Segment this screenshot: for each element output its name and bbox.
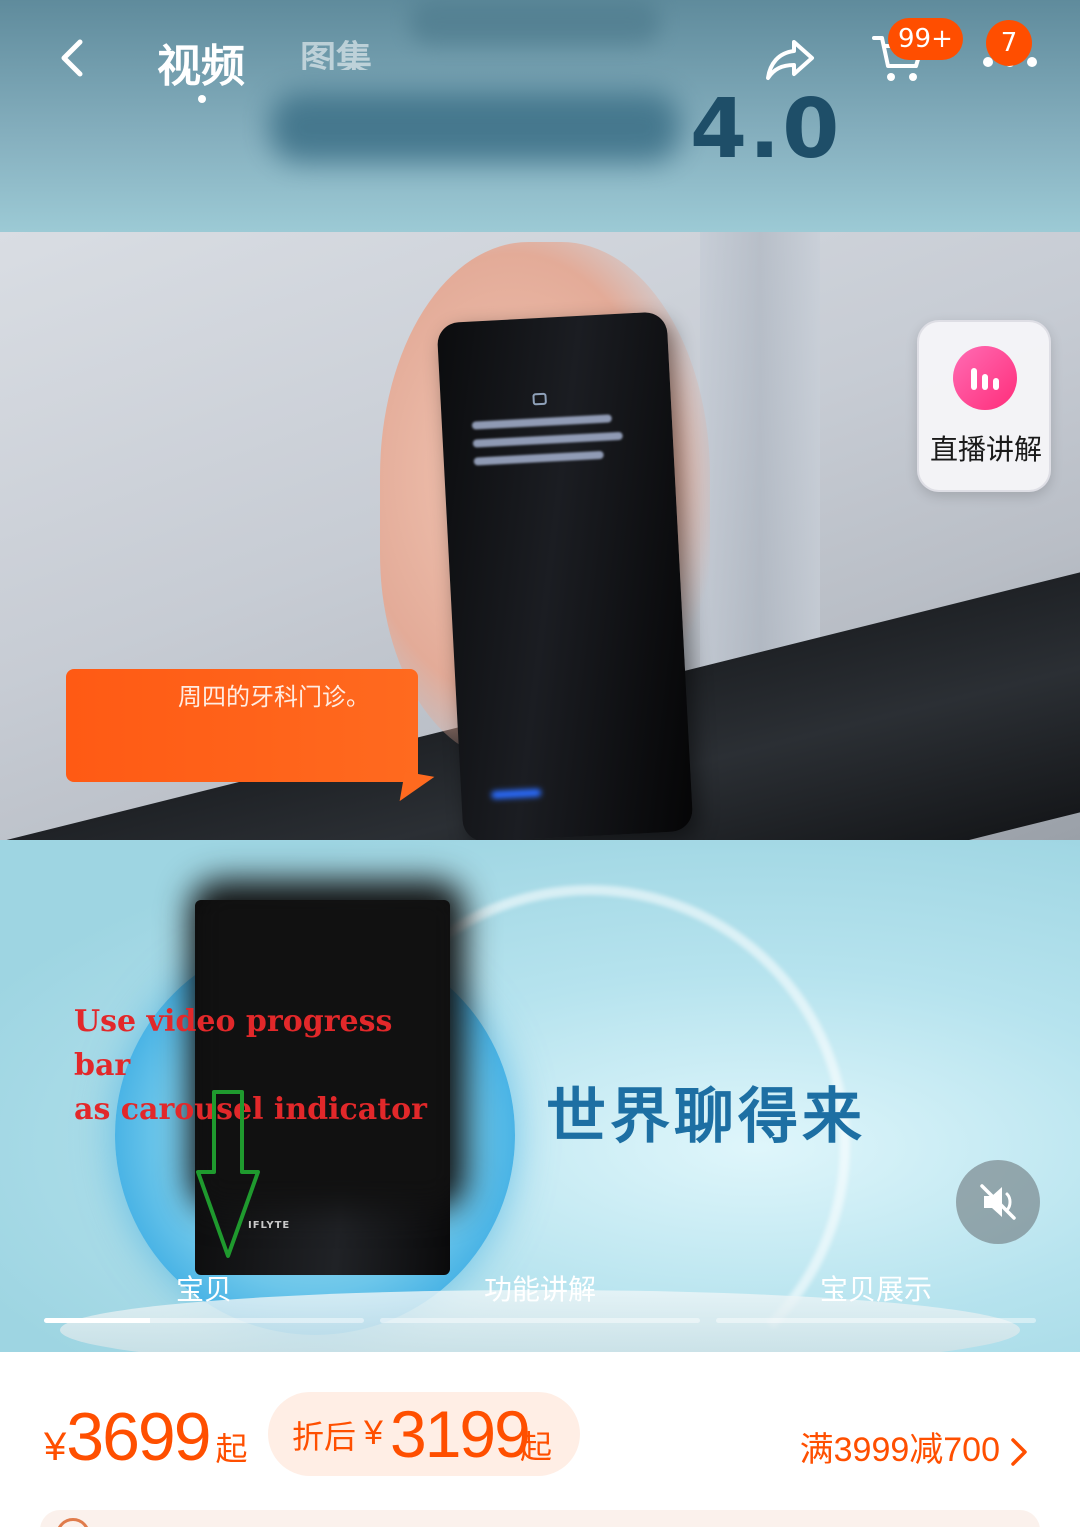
mute-speaker-icon xyxy=(980,1184,1016,1220)
progress-fill xyxy=(44,1318,150,1323)
original-price-suffix: 起 xyxy=(215,1431,248,1467)
live-explain-label: 直播讲解 xyxy=(929,433,1042,466)
active-tab-indicator xyxy=(198,95,206,103)
discount-price-suffix: 起 xyxy=(520,1429,553,1465)
translator-device-image xyxy=(436,311,694,840)
carousel-tab-features[interactable]: 功能讲解 xyxy=(380,1268,700,1308)
message-count-badge: 7 xyxy=(986,20,1032,66)
video-frame[interactable]: 周四的牙科门诊。 xyxy=(0,232,1080,840)
coupon-link[interactable]: 满3999减700 xyxy=(800,1422,1028,1471)
discount-price-value: 3199 xyxy=(390,1397,531,1471)
mute-button[interactable] xyxy=(956,1160,1040,1244)
discount-price-pill[interactable]: 折后 ¥ 3199 起 xyxy=(268,1392,580,1476)
annotation-down-arrow-icon xyxy=(196,1090,260,1258)
circle-icon xyxy=(56,1518,90,1527)
video-caption: 周四的牙科门诊。 xyxy=(178,683,370,711)
annotation-line-1: Use video progress bar xyxy=(74,1004,393,1083)
carousel-progress-bar-item xyxy=(44,1318,364,1323)
product-media-area[interactable]: 4.0 周四的牙科门诊。 IFLYTE 世界聊得来 Use video prog… xyxy=(0,0,1080,1352)
price-section: ¥3699 起 折后 ¥ 3199 起 满3999减700 xyxy=(0,1352,1080,1527)
coupon-text: 满3999减700 xyxy=(799,1431,1000,1469)
discount-currency-symbol: ¥ xyxy=(364,1414,383,1452)
version-text: 4.0 xyxy=(690,82,842,177)
chevron-right-icon xyxy=(1011,1438,1027,1466)
speech-bubble: 周四的牙科门诊。 xyxy=(66,669,418,782)
original-price: ¥3699 起 xyxy=(44,1398,248,1476)
blurred-header-graphic xyxy=(410,0,660,44)
share-arrow-icon xyxy=(766,40,814,80)
chevron-left-icon xyxy=(61,39,83,77)
carousel-tab-item[interactable]: 宝贝 xyxy=(44,1268,364,1308)
original-price-value: 3699 xyxy=(66,1399,211,1475)
designer-annotation: Use video progress bar as carousel indic… xyxy=(74,1000,454,1132)
cart-count-badge: 99+ xyxy=(888,18,963,60)
promo-slogan: 世界聊得来 xyxy=(546,1082,866,1152)
back-button[interactable] xyxy=(50,34,98,82)
share-button[interactable] xyxy=(762,36,818,84)
live-explain-button[interactable]: 直播讲解 xyxy=(917,320,1051,492)
tab-video[interactable]: 视频 xyxy=(157,30,245,94)
next-section-peek xyxy=(40,1510,1040,1527)
tab-gallery[interactable]: 图集 xyxy=(300,30,372,70)
discount-label: 折后 xyxy=(292,1419,357,1455)
blurred-logo xyxy=(270,92,680,162)
annotation-line-2: as carousel indicator xyxy=(74,1092,427,1127)
currency-symbol: ¥ xyxy=(44,1425,67,1469)
live-broadcast-icon xyxy=(953,346,1017,410)
carousel-tab-showcase[interactable]: 宝贝展示 xyxy=(716,1268,1036,1308)
carousel-progress-bar-showcase xyxy=(716,1318,1036,1323)
carousel-progress-bar-features xyxy=(380,1318,700,1323)
